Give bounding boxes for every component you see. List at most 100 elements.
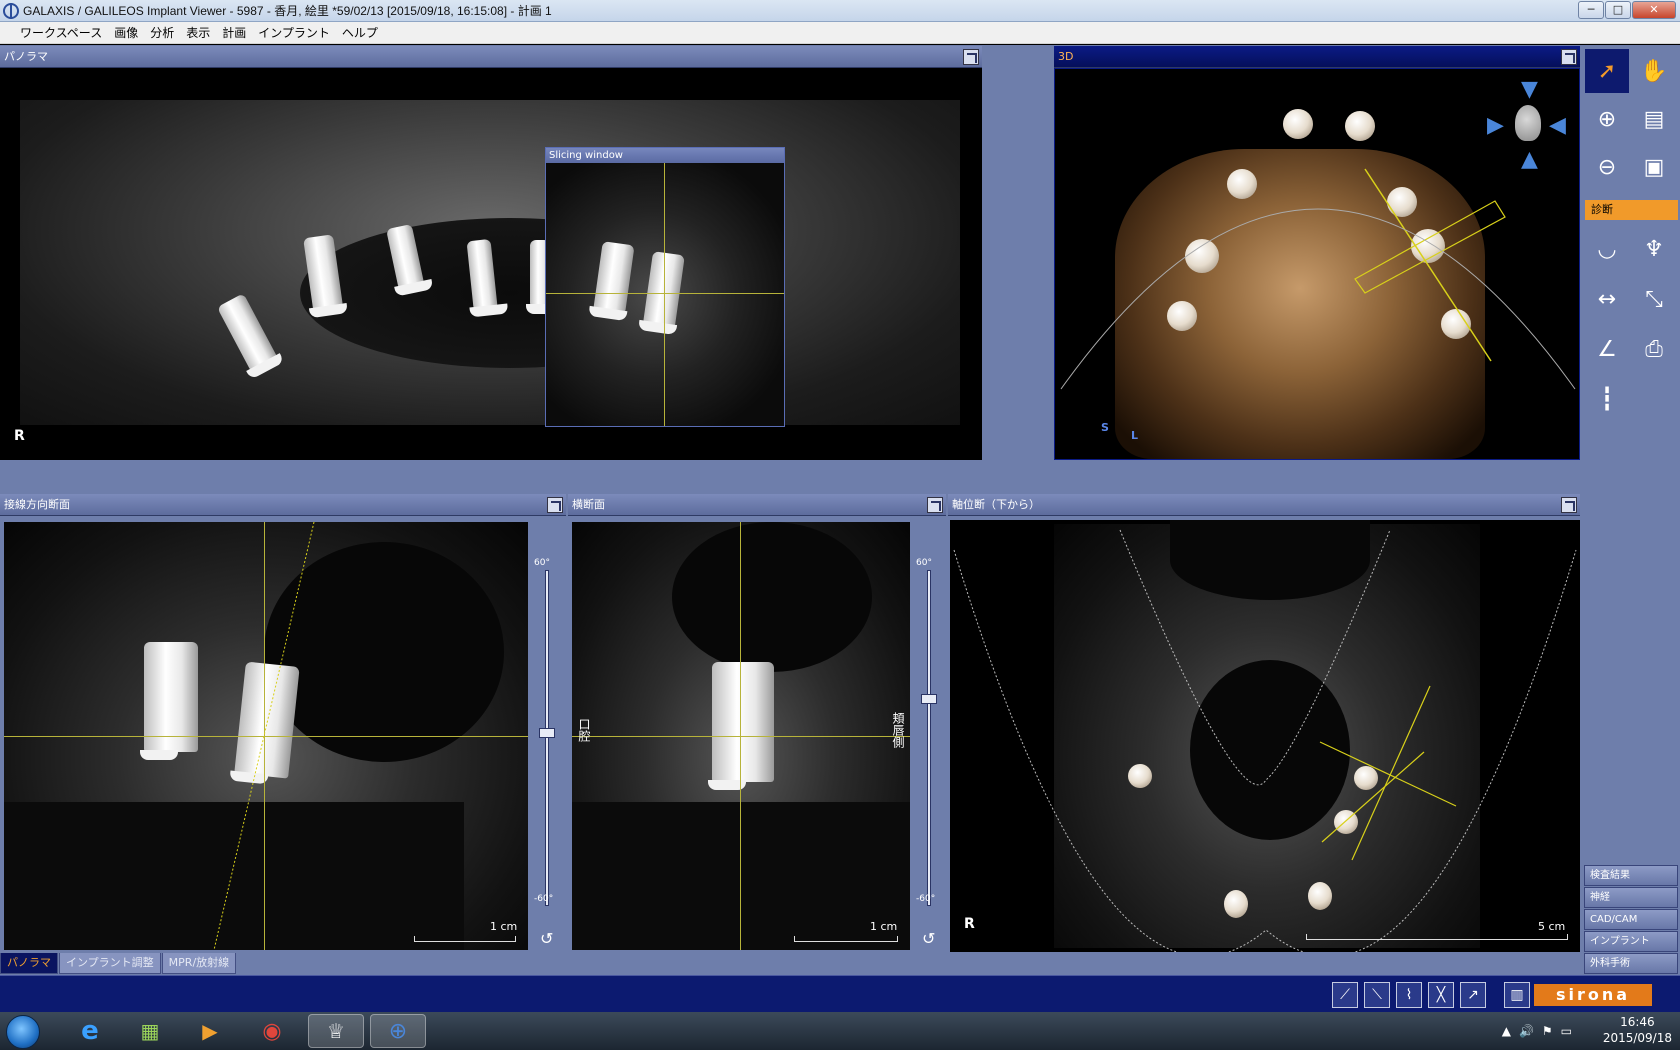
menu-workspace[interactable]: ワークスペース [14,24,108,41]
axial-panel-title: 軸位断（下から） [952,498,1040,511]
cross-panel-title: 横断面 [572,498,605,511]
menu-image[interactable]: 画像 [108,24,144,41]
layout-2-icon[interactable]: ⟍ [1364,982,1390,1008]
zoom-out-icon[interactable]: ⊖ [1585,145,1629,189]
view3d[interactable]: ▼ ▲ ▶ ◀ S L P [1054,68,1580,460]
arrow-left-icon[interactable]: ◀ [1549,113,1566,138]
galaxis-app-icon [3,2,19,19]
ruler-icon[interactable]: ┇ [1585,377,1629,421]
workflow-surgery[interactable]: 外科手術 [1584,953,1678,974]
tab-implant-adjust[interactable]: インプラント調整 [59,953,161,974]
menu-plan[interactable]: 計画 [216,24,252,41]
implant[interactable] [708,662,774,790]
scale-label: 1 cm [490,920,518,933]
slider-thumb[interactable] [539,728,555,738]
arrow-right-icon[interactable]: ▶ [1487,113,1504,138]
slicing-window[interactable]: Slicing window [545,147,785,427]
scanner-icon[interactable]: ▣ [1632,145,1676,189]
scale-bar [794,936,898,942]
menu-analysis[interactable]: 分析 [144,24,180,41]
layout-1-icon[interactable]: ⟋ [1332,982,1358,1008]
crosshair-horizontal [572,736,910,737]
crosshair-horizontal [546,293,784,294]
head-orientation-icon[interactable] [1515,105,1541,141]
print-icon[interactable]: ⎙ [1632,327,1676,371]
layer-icon[interactable]: ▤ [1632,97,1676,141]
tab-panorama[interactable]: パノラマ [0,953,58,974]
cross-view[interactable]: 口腔 頬唇側 1 cm [572,522,910,950]
tangential-view[interactable]: 1 cm [4,522,528,950]
system-tray[interactable]: ▲🔊⚑▭ [1502,1024,1580,1038]
clock[interactable]: 16:46 2015/09/18 [1603,1014,1672,1046]
measure-curve-icon[interactable]: ⤡ [1632,277,1676,321]
panorama-maximize-icon[interactable] [963,49,979,65]
pan-hand-icon[interactable]: ✋ [1632,49,1676,93]
scale-label: 5 cm [1538,920,1566,933]
tab-mpr[interactable]: MPR/放射線 [161,953,237,974]
workflow-cad-cam[interactable]: CAD/CAM [1584,909,1678,930]
arrow-up-icon[interactable]: ▲ [1521,147,1538,172]
diagnosis-tab[interactable]: 診断 [1585,200,1678,220]
window-title: GALAXIS / GALILEOS Implant Viewer - 5987… [23,4,552,18]
axial-view[interactable]: R 5 cm [950,520,1580,952]
view3d-navigator[interactable]: ▼ ▲ ▶ ◀ [1487,77,1567,177]
menu-implant[interactable]: インプラント [252,24,336,41]
layout-3-icon[interactable]: ⌇ [1396,982,1422,1008]
plan-line [1319,741,1457,807]
workflow-nerve[interactable]: 神経 [1584,887,1678,908]
cross-angle-slider[interactable]: 60° -60° ↺ [914,518,944,950]
internet-explorer-icon[interactable]: e [62,1014,118,1048]
slider-bottom-label: -60° [916,894,936,904]
title-bar: GALAXIS / GALILEOS Implant Viewer - 5987… [0,0,1680,22]
media-player-icon[interactable]: ▶ [182,1014,238,1048]
implant[interactable] [593,241,635,313]
tooth-app-icon[interactable]: ♕ [308,1014,364,1048]
tangential-panel-title: 接線方向断面 [4,498,70,511]
layout-6-icon[interactable]: ▥ [1504,982,1530,1008]
tangential-angle-slider[interactable]: 60° -60° ↺ [532,518,562,950]
workflow-exam-results[interactable]: 検査結果 [1584,865,1678,886]
workflow-implant[interactable]: インプラント [1584,931,1678,952]
slider-track[interactable] [927,570,931,906]
panorama-view[interactable]: Slicing window R [0,68,982,460]
buccal-side-label: 頬唇側 [891,712,905,748]
implant-tool-icon[interactable]: ♆ [1632,227,1676,271]
view3d-maximize-icon[interactable] [1561,49,1577,65]
slider-top-label: 60° [916,558,932,568]
chrome-icon[interactable]: ◉ [244,1014,300,1048]
slider-track[interactable] [545,570,549,906]
menu-view[interactable]: 表示 [180,24,216,41]
slider-thumb[interactable] [921,694,937,704]
zoom-in-icon[interactable]: ⊕ [1585,97,1629,141]
layout-4-icon[interactable]: ╳ [1428,982,1454,1008]
clock-date: 2015/09/18 [1602,1031,1672,1045]
ime-icon[interactable]: ▦ [122,1014,178,1048]
rotate-icon[interactable]: ↺ [540,929,553,948]
arch-inner-curve [1119,529,1391,786]
galaxis-taskbar-icon[interactable]: ⊕ [370,1014,426,1048]
axial-maximize-icon[interactable] [1561,497,1577,513]
crosshair-vertical [664,163,665,426]
maximize-button[interactable]: □ [1605,1,1631,19]
cross-maximize-icon[interactable] [927,497,943,513]
tangential-maximize-icon[interactable] [547,497,563,513]
axial-overlay [953,529,1577,952]
right-toolbar: ➚ ✋ ⊕ ▤ ⊖ ▣ ◡ ♆ ↔ ⤡ ∠ ⎙ ┇ [1584,47,1680,975]
arch-icon[interactable]: ◡ [1585,227,1629,271]
plan-line [1351,685,1431,861]
start-button[interactable] [6,1015,40,1049]
minimize-button[interactable]: ─ [1578,1,1604,19]
measure-angle-icon[interactable]: ∠ [1585,327,1629,371]
layout-5-icon[interactable]: ↗ [1460,982,1486,1008]
measure-distance-icon[interactable]: ↔ [1585,277,1629,321]
pointer-icon[interactable]: ➚ [1585,49,1629,93]
menu-help[interactable]: ヘルプ [336,24,384,41]
cross-panel-header: 横断面 [568,494,946,516]
tangential-overlay [213,522,315,950]
rotate-icon[interactable]: ↺ [922,929,935,948]
close-button[interactable]: ✕ [1632,1,1676,19]
oral-side-label: 口腔 [577,718,591,742]
axial-orientation-label: R [964,916,975,932]
taskbar: e ▦ ▶ ◉ ♕ ⊕ ▲🔊⚑▭ 16:46 2015/09/18 [0,1012,1680,1050]
arrow-down-icon[interactable]: ▼ [1521,77,1538,102]
